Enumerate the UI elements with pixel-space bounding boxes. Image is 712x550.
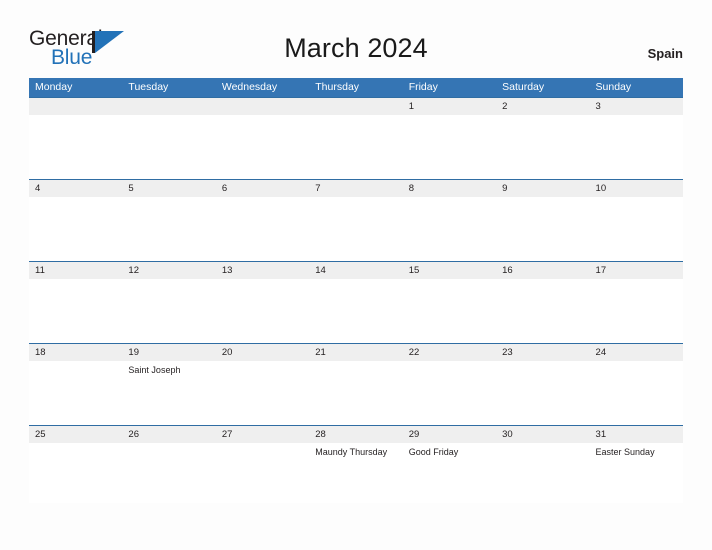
day-event[interactable]	[29, 197, 122, 261]
day-event[interactable]	[496, 443, 589, 503]
date-number[interactable]: 24	[590, 344, 683, 361]
day-event[interactable]	[29, 443, 122, 503]
date-number[interactable]: 14	[309, 262, 402, 279]
date-number[interactable]: 4	[29, 180, 122, 197]
day-event[interactable]: Maundy Thursday	[309, 443, 402, 503]
weekday-wednesday: Wednesday	[221, 81, 278, 93]
day-event[interactable]	[216, 197, 309, 261]
calendar-grid: Monday Tuesday Wednesday Thursday Friday…	[29, 78, 683, 503]
weekday-header-row: Monday Tuesday Wednesday Thursday Friday…	[29, 78, 683, 97]
date-number[interactable]: 22	[403, 344, 496, 361]
date-number[interactable]: 9	[496, 180, 589, 197]
week-event-strip	[29, 115, 683, 179]
date-number[interactable]: 13	[216, 262, 309, 279]
date-number[interactable]: 12	[122, 262, 215, 279]
day-event[interactable]	[403, 361, 496, 425]
day-event[interactable]	[216, 279, 309, 343]
date-number[interactable]: 30	[496, 426, 589, 443]
day-event[interactable]	[122, 115, 215, 179]
weekday-sunday: Sunday	[595, 81, 632, 93]
weekday-friday: Friday	[408, 81, 438, 93]
week-event-strip: Saint Joseph	[29, 361, 683, 425]
week-event-strip	[29, 279, 683, 343]
day-event[interactable]	[496, 197, 589, 261]
date-number[interactable]: 6	[216, 180, 309, 197]
weekday-thursday: Thursday	[315, 81, 360, 93]
weekday-monday: Monday	[35, 81, 73, 93]
calendar-week-row: 18 19 20 21 22 23 24 Saint Joseph	[29, 343, 683, 425]
date-number[interactable]: 16	[496, 262, 589, 279]
date-number[interactable]	[122, 98, 215, 115]
day-event[interactable]	[309, 279, 402, 343]
day-event[interactable]	[309, 361, 402, 425]
date-number[interactable]: 27	[216, 426, 309, 443]
date-number[interactable]: 29	[403, 426, 496, 443]
day-event[interactable]	[496, 279, 589, 343]
week-date-strip: 1 2 3	[29, 97, 683, 115]
day-event[interactable]	[496, 361, 589, 425]
day-event[interactable]	[122, 443, 215, 503]
day-event[interactable]	[122, 279, 215, 343]
day-event[interactable]	[309, 115, 402, 179]
day-event[interactable]: Easter Sunday	[590, 443, 683, 503]
date-number[interactable]: 23	[496, 344, 589, 361]
weekday-saturday: Saturday	[502, 81, 545, 93]
day-event[interactable]	[590, 361, 683, 425]
date-number[interactable]: 18	[29, 344, 122, 361]
page-header: General Blue March 2024 Spain	[0, 0, 712, 69]
calendar-week-row: 4 5 6 7 8 9 10	[29, 179, 683, 261]
date-number[interactable]: 11	[29, 262, 122, 279]
day-event[interactable]	[403, 115, 496, 179]
date-number[interactable]: 25	[29, 426, 122, 443]
weekday-tuesday: Tuesday	[128, 81, 169, 93]
date-number[interactable]: 15	[403, 262, 496, 279]
date-number[interactable]: 5	[122, 180, 215, 197]
day-event[interactable]	[590, 197, 683, 261]
date-number[interactable]: 21	[309, 344, 402, 361]
date-number[interactable]: 8	[403, 180, 496, 197]
week-date-strip: 18 19 20 21 22 23 24	[29, 343, 683, 361]
day-event[interactable]	[29, 361, 122, 425]
date-number[interactable]	[309, 98, 402, 115]
date-number[interactable]: 20	[216, 344, 309, 361]
date-number[interactable]	[216, 98, 309, 115]
calendar-page: General Blue March 2024 Spain Monday Tue…	[0, 0, 712, 550]
date-number[interactable]: 19	[122, 344, 215, 361]
date-number[interactable]: 10	[590, 180, 683, 197]
day-event[interactable]	[403, 279, 496, 343]
day-event[interactable]	[216, 443, 309, 503]
day-event[interactable]	[122, 197, 215, 261]
date-number[interactable]: 2	[496, 98, 589, 115]
day-event[interactable]: Good Friday	[403, 443, 496, 503]
calendar-week-row: 25 26 27 28 29 30 31 Maundy Thursday Goo…	[29, 425, 683, 503]
calendar-week-row: 1 2 3	[29, 97, 683, 179]
week-date-strip: 25 26 27 28 29 30 31	[29, 425, 683, 443]
page-title: March 2024	[284, 33, 428, 63]
day-event[interactable]	[29, 279, 122, 343]
week-event-strip: Maundy Thursday Good Friday Easter Sunda…	[29, 443, 683, 503]
calendar-week-row: 11 12 13 14 15 16 17	[29, 261, 683, 343]
date-number[interactable]: 3	[590, 98, 683, 115]
day-event[interactable]	[590, 115, 683, 179]
day-event[interactable]	[29, 115, 122, 179]
date-number[interactable]: 31	[590, 426, 683, 443]
date-number[interactable]: 7	[309, 180, 402, 197]
date-number[interactable]: 26	[122, 426, 215, 443]
day-event[interactable]	[216, 115, 309, 179]
day-event[interactable]	[590, 279, 683, 343]
day-event[interactable]	[496, 115, 589, 179]
date-number[interactable]: 17	[590, 262, 683, 279]
week-date-strip: 4 5 6 7 8 9 10	[29, 179, 683, 197]
day-event[interactable]	[309, 197, 402, 261]
date-number[interactable]: 1	[403, 98, 496, 115]
date-number[interactable]: 28	[309, 426, 402, 443]
week-date-strip: 11 12 13 14 15 16 17	[29, 261, 683, 279]
week-event-strip	[29, 197, 683, 261]
day-event[interactable]	[403, 197, 496, 261]
day-event[interactable]	[216, 361, 309, 425]
date-number[interactable]	[29, 98, 122, 115]
day-event[interactable]: Saint Joseph	[122, 361, 215, 425]
country-label: Spain	[647, 46, 683, 61]
